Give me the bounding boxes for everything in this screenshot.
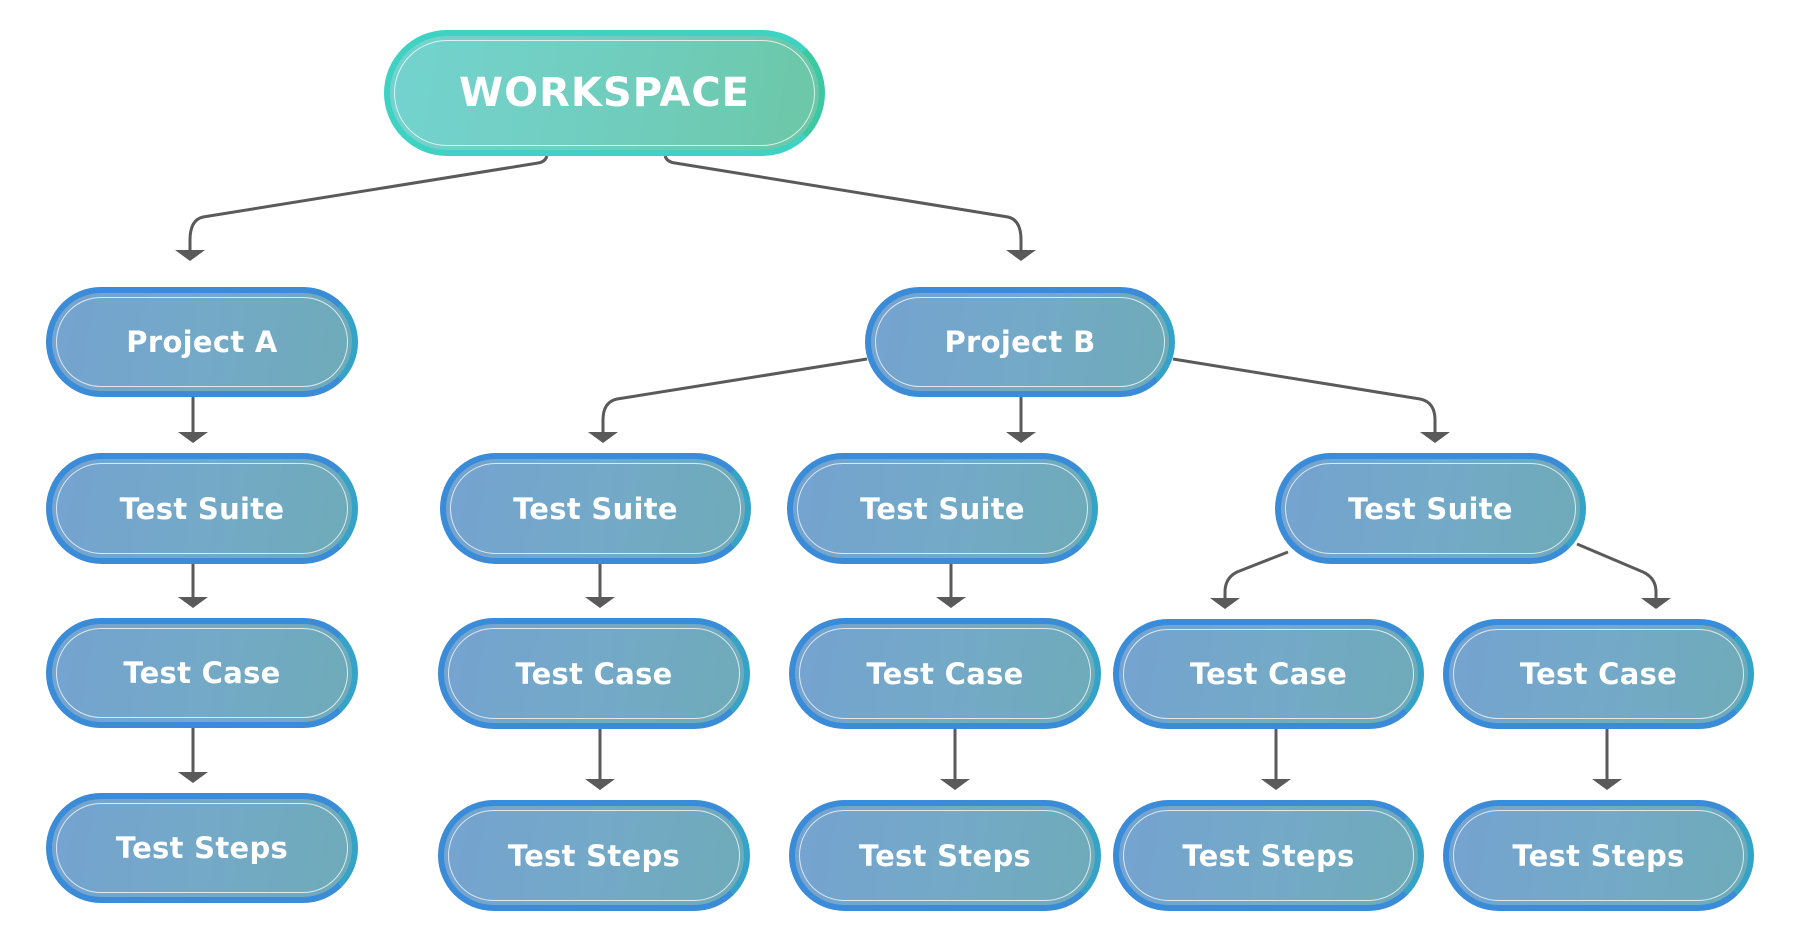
connector-line <box>601 357 868 434</box>
node-label: Test Case <box>1519 657 1678 691</box>
connector-suite-b3-case-a <box>1210 550 1289 609</box>
node-label: Test Suite <box>119 491 285 526</box>
node-test-case-b3b: Test Case <box>1443 619 1754 729</box>
node-label: Test Suite <box>860 491 1025 526</box>
connector-project-a-suite <box>178 397 208 443</box>
node-test-case-b3a: Test Case <box>1113 619 1424 729</box>
connector-case-b1-steps <box>585 729 615 790</box>
node-label: Test Case <box>866 656 1024 691</box>
node-test-suite-b3: Test Suite <box>1275 453 1586 564</box>
node-test-steps-b3b: Test Steps <box>1443 800 1754 911</box>
arrow-down-icon <box>1641 598 1671 609</box>
arrow-down-icon <box>178 772 208 783</box>
node-test-steps-b2: Test Steps <box>789 800 1101 911</box>
node-test-steps-b1: Test Steps <box>438 800 750 911</box>
node-test-steps-b3a: Test Steps <box>1113 800 1424 911</box>
arrow-down-icon <box>936 597 966 608</box>
node-test-suite-b2: Test Suite <box>787 453 1098 564</box>
node-project-a: Project A <box>46 287 358 397</box>
node-test-suite-a: Test Suite <box>46 453 358 564</box>
node-label: Test Steps <box>1182 838 1355 873</box>
hierarchy-diagram: WORKSPACE Project A Test Suite Test Case… <box>0 0 1800 943</box>
connector-suite-b2-case <box>936 564 966 608</box>
node-label: Test Steps <box>1512 838 1685 873</box>
connector-case-b3a-steps <box>1261 729 1291 790</box>
arrow-down-icon <box>588 432 618 443</box>
node-test-case-b2: Test Case <box>789 618 1101 729</box>
node-label: Test Suite <box>1348 491 1513 526</box>
arrow-down-icon <box>1420 432 1450 443</box>
connector-line <box>188 155 549 252</box>
node-label: Project A <box>126 325 278 359</box>
connector-case-a-steps <box>178 728 208 783</box>
connector-line <box>1576 542 1658 600</box>
connector-workspace-project-b <box>663 155 1036 261</box>
connector-suite-a-case <box>178 564 208 608</box>
arrow-down-icon <box>1210 598 1240 609</box>
node-label: Project B <box>944 325 1096 359</box>
arrow-down-icon <box>1006 250 1036 261</box>
node-test-case-a: Test Case <box>46 618 358 728</box>
connector-suite-b1-case <box>585 564 615 608</box>
node-test-steps-a: Test Steps <box>46 793 358 903</box>
arrow-down-icon <box>178 432 208 443</box>
node-test-suite-b1: Test Suite <box>440 453 751 564</box>
connector-project-b-suite-b1 <box>588 357 868 443</box>
node-test-case-b1: Test Case <box>438 618 750 729</box>
node-label: WORKSPACE <box>458 70 750 116</box>
node-workspace: WORKSPACE <box>384 30 825 156</box>
connector-case-b2-steps <box>940 729 970 790</box>
arrow-down-icon <box>175 250 205 261</box>
node-label: Test Steps <box>507 838 681 873</box>
connector-line <box>1172 357 1437 434</box>
arrow-down-icon <box>1592 779 1622 790</box>
node-label: Test Case <box>1189 657 1348 691</box>
connector-line <box>663 155 1023 252</box>
node-label: Test Case <box>123 656 281 690</box>
node-label: Test Steps <box>858 838 1032 873</box>
connector-suite-b3-case-b <box>1576 542 1671 609</box>
node-project-b: Project B <box>865 287 1175 397</box>
connector-project-b-suite-b2 <box>1006 397 1036 443</box>
node-label: Test Suite <box>513 491 678 526</box>
arrow-down-icon <box>1261 779 1291 790</box>
arrow-down-icon <box>178 597 208 608</box>
arrow-down-icon <box>940 779 970 790</box>
connector-project-b-suite-b3 <box>1172 357 1450 443</box>
connector-line <box>1223 550 1289 600</box>
arrow-down-icon <box>1006 432 1036 443</box>
node-label: Test Case <box>515 656 673 691</box>
connector-workspace-project-a <box>175 155 549 261</box>
connector-case-b3b-steps <box>1592 729 1622 790</box>
arrow-down-icon <box>585 779 615 790</box>
arrow-down-icon <box>585 597 615 608</box>
node-label: Test Steps <box>115 831 289 865</box>
